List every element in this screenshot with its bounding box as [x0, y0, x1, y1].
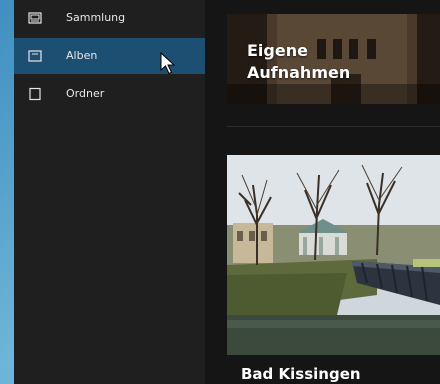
sidebar-item-folders[interactable]: Ordner	[14, 76, 205, 112]
album-title-text: Eigene Aufnahmen	[247, 41, 351, 82]
sidebar-item-label: Ordner	[66, 87, 105, 100]
album-card-bad-kissingen[interactable]	[227, 155, 440, 355]
album-cover-image	[227, 155, 440, 355]
album-grid: Eigene Aufnahmen Bad Kissingen	[205, 0, 440, 384]
mouse-cursor-icon	[160, 52, 176, 75]
sidebar-item-label: Sammlung	[66, 11, 126, 24]
collection-icon	[28, 12, 42, 24]
photos-app-window: Sammlung Alben Ordner Eigene Aufnahmen B…	[14, 0, 440, 384]
album-icon	[28, 50, 42, 62]
sidebar: Sammlung Alben Ordner	[14, 0, 205, 384]
folder-icon	[29, 87, 41, 101]
divider	[227, 126, 440, 127]
sidebar-item-label: Alben	[66, 49, 98, 62]
album-title-bad-kissingen: Bad Kissingen	[241, 365, 361, 383]
sidebar-item-collection[interactable]: Sammlung	[14, 0, 205, 36]
album-title-eigene-aufnahmen: Eigene Aufnahmen	[247, 40, 407, 84]
